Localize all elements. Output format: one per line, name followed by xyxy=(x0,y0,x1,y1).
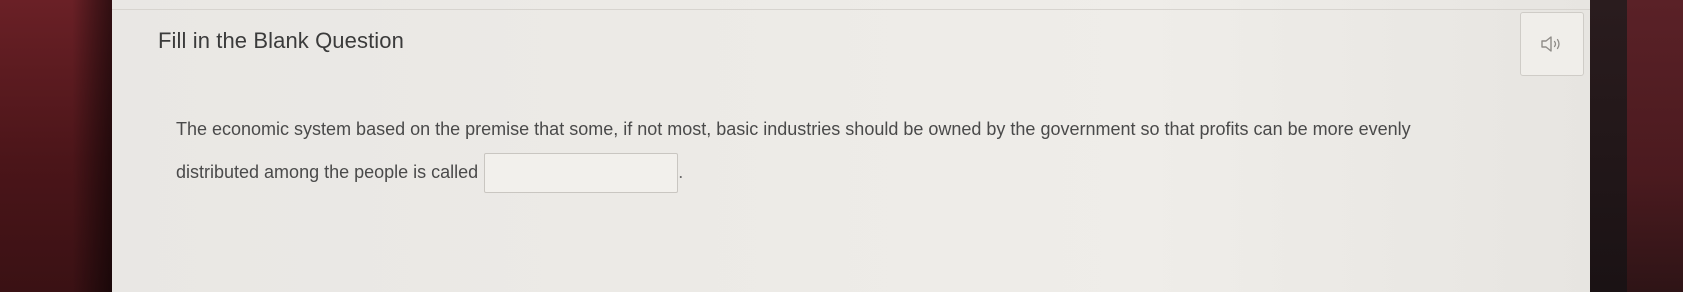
speaker-icon xyxy=(1541,36,1560,52)
read-aloud-button[interactable] xyxy=(1520,12,1584,76)
question-type-title: Fill in the Blank Question xyxy=(158,28,404,53)
top-divider xyxy=(112,9,1590,10)
left-bezel-shadow xyxy=(72,0,112,292)
photographed-screen: Fill in the Blank Question The economic … xyxy=(0,0,1683,292)
question-panel: Fill in the Blank Question The economic … xyxy=(112,0,1590,292)
question-period: . xyxy=(678,162,684,182)
answer-blank-input[interactable] xyxy=(484,153,679,194)
question-line-two: distributed among the people is called xyxy=(176,162,479,182)
question-text: The economic system based on the premise… xyxy=(176,108,1516,194)
right-background xyxy=(1627,0,1683,292)
question-line-one: The economic system based on the premise… xyxy=(176,119,1411,139)
